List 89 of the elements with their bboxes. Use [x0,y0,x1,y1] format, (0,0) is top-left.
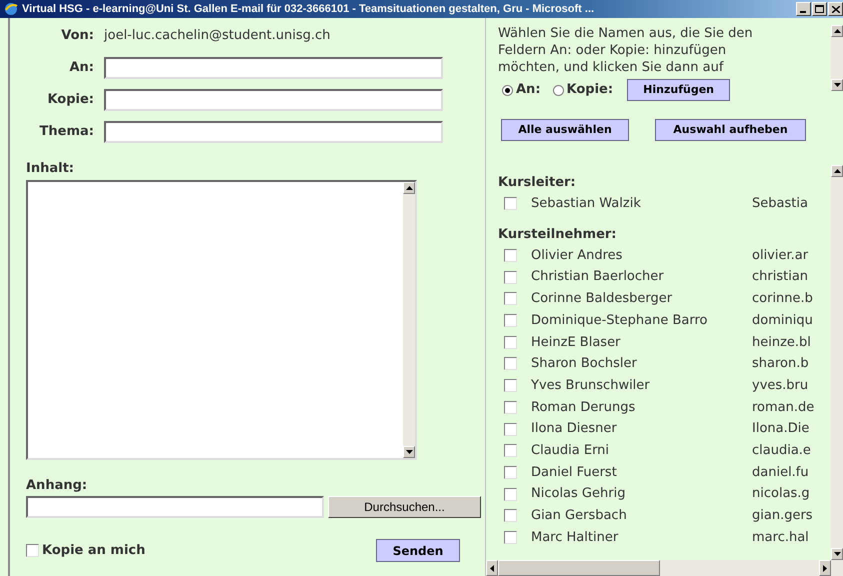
scroll-thumb[interactable] [498,560,660,576]
member-email: claudia.e [752,442,811,460]
field-label: Anhang: [26,476,88,494]
vertical-scrollbar[interactable] [403,182,415,458]
scroll-up-icon[interactable] [831,165,843,177]
vertical-scrollbar[interactable] [831,25,843,91]
member-name: Christian Baerlocher [531,268,665,286]
instruction-text: Wählen Sie die Namen aus, die Sie den Feldern An: oder Kopie: hinzufügen möchten, und klicken Sie dann auf [498,25,754,76]
member-email: marc.hal [752,528,809,547]
horizontal-scrollbar[interactable] [486,560,843,576]
checkbox[interactable] [504,357,517,370]
member-name: Claudia Erni [531,442,610,460]
group-heading: Kursleiter: [498,174,577,192]
member-name: Marc Haltiner [531,528,620,547]
checkbox[interactable] [504,379,517,392]
member-name: Ilona Diesner [531,420,618,438]
scroll-up-icon[interactable] [403,182,415,194]
field-label: Kopie: [46,91,95,110]
browser-icon [4,2,18,16]
scroll-down-icon[interactable] [831,548,843,560]
member-email: roman.de [752,398,814,417]
member-name: Yves Brunschwiler [531,376,651,395]
deselect-button[interactable]: Auswahl aufheben [655,119,806,141]
message-field[interactable] [26,180,417,460]
member-email: dominiqu [752,312,813,330]
radio-label: An: [516,81,541,100]
member-email: corinne.b [752,290,813,308]
input-field[interactable] [104,121,443,143]
member-email: sharon.b [752,355,809,374]
input-field[interactable] [104,57,443,79]
file-field[interactable] [26,496,324,518]
add-button[interactable]: Hinzufügen [627,79,730,101]
checkbox[interactable] [504,400,517,414]
sender-address: joel-luc.cachelin@student.unisg.ch [104,27,330,46]
vertical-scrollbar[interactable] [831,165,843,560]
field-label: An: [68,59,95,78]
browse-button[interactable]: Durchsuchen... [328,496,481,518]
member-email: gian.gers [752,507,813,526]
member-name: Nicolas Gehrig [531,485,626,504]
checkbox[interactable] [504,466,517,479]
scroll-up-icon[interactable] [831,25,843,37]
member-email: Sebastia [752,195,808,214]
input-field[interactable] [104,89,443,111]
member-email: yves.bru [752,376,808,395]
member-name: Roman Derungs [531,398,636,417]
scroll-right-icon[interactable] [819,560,831,576]
member-email: daniel.fu [752,464,809,482]
checkbox[interactable] [504,530,517,544]
select-all-button[interactable]: Alle auswählen [501,119,629,141]
member-email: olivier.ar [752,246,808,265]
checkbox[interactable] [504,444,517,458]
member-name: Dominique-Stephane Barro [531,312,708,330]
window-title: Virtual HSG - e-learning@Uni St. Gallen E-mail für 032-3666101 - Teamsituationen gestalten, Gru - Microsoft ... [22,2,594,17]
maximize-icon[interactable] [812,2,827,16]
checkbox[interactable] [504,197,517,210]
member-name: Sharon Bochsler [531,355,638,374]
radio-label: Kopie: [566,81,614,100]
radio-button[interactable] [552,84,564,96]
scroll-down-icon[interactable] [403,446,415,458]
field-label: Von: [60,27,95,46]
checkbox-label: Kopie an mich [42,542,146,560]
checkbox[interactable] [504,270,517,284]
checkbox[interactable] [504,249,517,262]
member-email: christian [752,268,808,286]
member-name: HeinzE Blaser [531,334,622,352]
member-email: heinze.bl [752,334,811,352]
member-email: Ilona.Die [752,420,810,438]
checkbox[interactable] [504,509,517,522]
checkbox[interactable] [504,314,517,328]
member-name: Sebastian Walzik [531,195,642,214]
checkbox[interactable] [504,336,517,349]
close-icon[interactable] [828,2,843,16]
radio-button[interactable] [502,84,513,96]
member-email: nicolas.g [752,485,810,504]
checkbox[interactable] [504,422,517,436]
minimize-icon[interactable] [796,2,811,16]
field-label: Inhalt: [26,160,74,178]
member-name: Olivier Andres [531,246,624,265]
checkbox[interactable] [26,544,39,557]
member-name: Corinne Baldesberger [531,290,674,308]
group-heading: Kursteilnehmer: [498,226,618,244]
scroll-down-icon[interactable] [831,79,843,91]
member-name: Daniel Fuerst [531,464,618,482]
checkbox[interactable] [504,292,517,306]
scroll-left-icon[interactable] [486,560,498,576]
checkbox[interactable] [504,488,517,501]
send-button[interactable]: Senden [376,539,460,562]
member-name: Gian Gersbach [531,507,628,526]
field-label: Thema: [38,123,95,142]
